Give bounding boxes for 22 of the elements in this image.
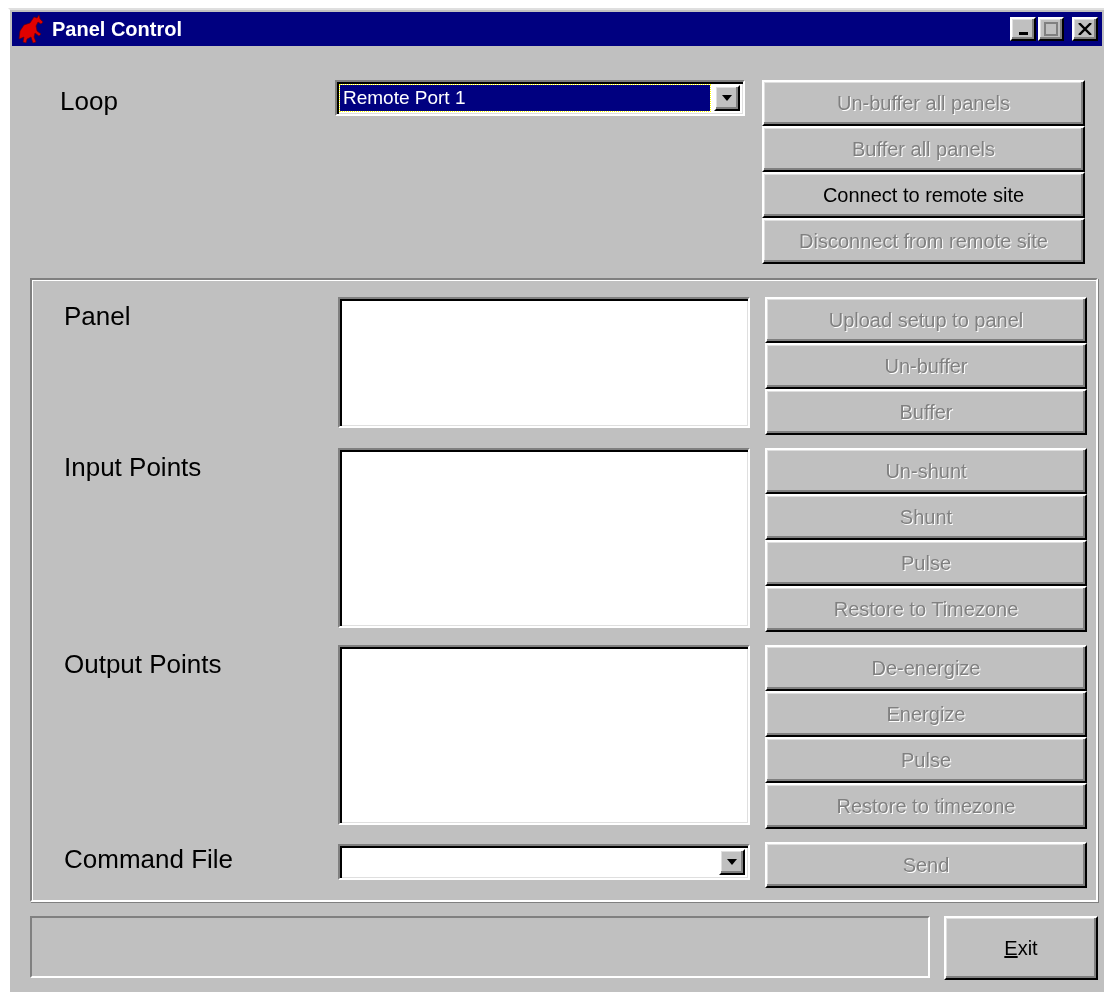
section-label: Input Points [64, 451, 203, 484]
horse-icon [16, 15, 46, 43]
loop-label: Loop [60, 85, 119, 118]
list-box[interactable] [338, 297, 750, 428]
section-label: Panel [64, 300, 132, 333]
minimize-button[interactable] [1010, 17, 1036, 41]
loop-dropdown[interactable]: Remote Port 1 [335, 80, 745, 116]
caret-icon[interactable] [722, 95, 732, 101]
list-box[interactable] [338, 645, 750, 825]
maximize-icon [1044, 22, 1058, 36]
close-icon [1078, 23, 1092, 35]
caret-icon[interactable] [727, 859, 737, 865]
command-file-dropdown[interactable] [338, 844, 750, 880]
section-label: Output Points [64, 648, 223, 681]
action-button[interactable]: Connect to remote site [762, 172, 1085, 218]
exit-button[interactable]: Exit [944, 916, 1098, 980]
maximize-button[interactable] [1038, 17, 1064, 41]
command-file-label: Command File [64, 843, 235, 876]
window-title: Panel Control [52, 17, 183, 41]
list-box[interactable] [338, 448, 750, 628]
minimize-icon [1018, 31, 1028, 35]
close-button[interactable] [1072, 17, 1098, 41]
